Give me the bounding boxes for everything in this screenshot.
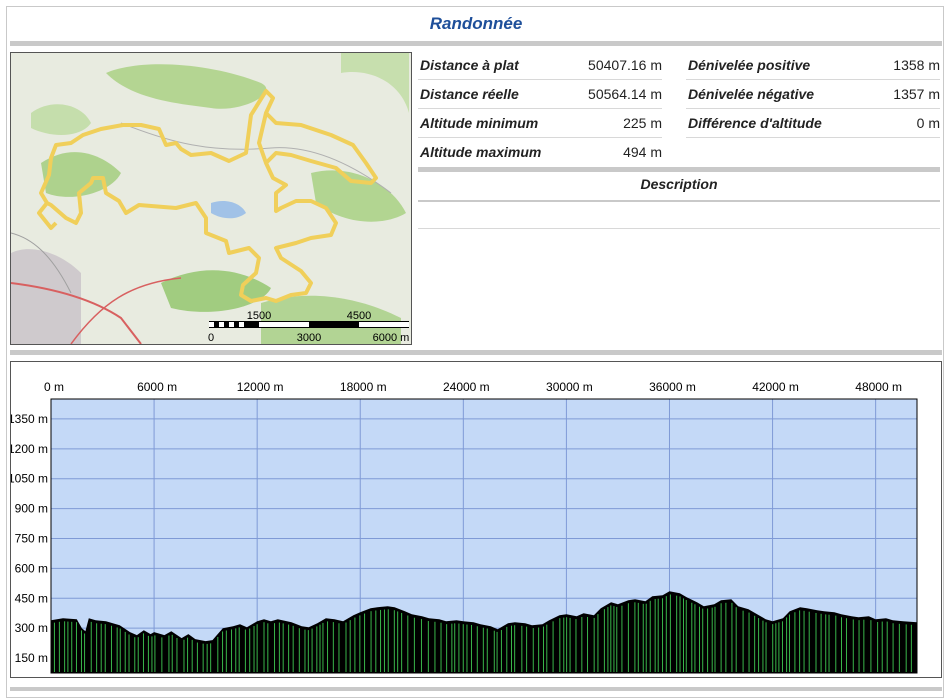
elevation-profile-chart[interactable]: 0 m 6000 m 12000 m 18000 m 24000 m 30000 m 360…: [8, 361, 942, 678]
stat-difference-altitude: Différence d'altitude 0 m: [688, 109, 940, 137]
x-tick-label: 30000 m: [546, 380, 593, 394]
stat-label: Dénivelée négative: [688, 86, 815, 102]
stat-altitude-max: Altitude maximum 494 m: [420, 138, 662, 166]
stat-denivelee-positive: Dénivelée positive 1358 m: [688, 51, 940, 79]
y-tick-label: 1350 m: [11, 412, 48, 426]
stat-distance-reelle: Distance réelle 50564.14 m: [420, 80, 662, 108]
scale-label-top-1: 1500: [247, 310, 271, 322]
scale-label-top-2: 4500: [347, 310, 371, 322]
page-title: Randonnée: [429, 14, 523, 33]
stat-altitude-min: Altitude minimum 225 m: [420, 109, 662, 137]
row-divider: [686, 137, 940, 138]
stat-label: Distance réelle: [420, 86, 519, 102]
x-tick-label: 36000 m: [649, 380, 696, 394]
y-tick-label: 450 m: [15, 591, 48, 605]
map-canvas: 1500 4500 0 3000 6000 m: [11, 53, 411, 344]
elevation-profile-svg: 0 m 6000 m 12000 m 18000 m 24000 m 30000 m 360…: [8, 380, 918, 674]
description-divider-top: [418, 167, 940, 172]
x-tick-label: 12000 m: [237, 380, 284, 394]
y-tick-label: 750 m: [15, 531, 48, 545]
stat-label: Dénivelée positive: [688, 57, 811, 73]
stat-value: 225 m: [623, 115, 662, 131]
y-tick-label: 150 m: [15, 651, 48, 665]
stat-label: Différence d'altitude: [688, 115, 822, 131]
x-tick-label: 0 m: [44, 380, 64, 394]
scale-label-bottom-3: 6000 m: [373, 332, 410, 344]
stat-value: 50564.14 m: [588, 86, 662, 102]
x-tick-label: 18000 m: [340, 380, 387, 394]
description-body: [418, 228, 940, 229]
stat-distance-plat: Distance à plat 50407.16 m: [420, 51, 662, 79]
scale-label-bottom-2: 3000: [297, 332, 321, 344]
stat-value: 1358 m: [893, 57, 940, 73]
route-map[interactable]: 1500 4500 0 3000 6000 m: [10, 52, 412, 345]
section-divider: [10, 350, 942, 355]
y-tick-label: 600 m: [15, 561, 48, 575]
description-heading: Description: [640, 176, 718, 192]
stat-label: Distance à plat: [420, 57, 519, 73]
description-divider-bottom: [418, 200, 940, 202]
y-tick-label: 300 m: [15, 621, 48, 635]
x-tick-label: 42000 m: [752, 380, 799, 394]
stat-denivelee-negative: Dénivelée négative 1357 m: [688, 80, 940, 108]
stat-value: 1357 m: [893, 86, 940, 102]
stat-value: 494 m: [623, 144, 662, 160]
title-divider: [10, 41, 942, 46]
y-tick-label: 1200 m: [11, 442, 48, 456]
scale-label-bottom-1: 0: [208, 332, 214, 344]
x-tick-label: 48000 m: [855, 380, 902, 394]
y-tick-label: 900 m: [15, 502, 48, 516]
stat-label: Altitude minimum: [420, 115, 539, 131]
x-tick-label: 24000 m: [443, 380, 490, 394]
x-tick-label: 6000 m: [137, 380, 177, 394]
stat-value: 50407.16 m: [588, 57, 662, 73]
stat-value: 0 m: [916, 115, 940, 131]
y-tick-label: 1050 m: [11, 472, 48, 486]
stat-label: Altitude maximum: [420, 144, 542, 160]
footer-divider: [10, 687, 942, 691]
